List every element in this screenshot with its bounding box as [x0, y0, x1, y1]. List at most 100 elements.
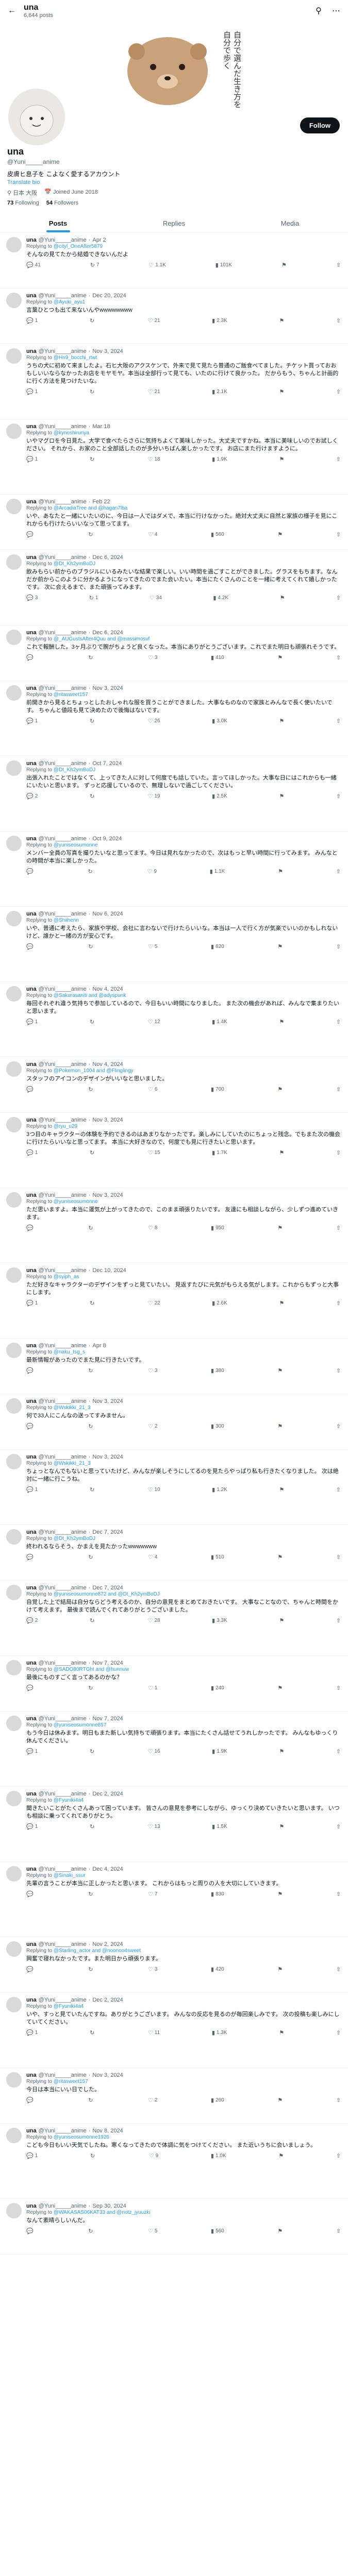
tweet-author-name[interactable]: una [26, 1660, 37, 1666]
tweet-avatar[interactable] [6, 293, 22, 308]
tweet-date[interactable]: Nov 3, 2024 [92, 1454, 123, 1460]
views-button[interactable]: ▮ 950 [211, 1225, 224, 1231]
tweet[interactable]: una @Yuni_____anime · Oct 9, 2024 Replying t… [0, 832, 348, 907]
share-button[interactable]: ⇧ [336, 1966, 341, 1973]
tweet-author-name[interactable]: una [26, 293, 37, 299]
bookmark-button[interactable]: ⚑ [279, 317, 284, 324]
views-button[interactable]: ▮ 1.1K [210, 868, 225, 875]
repost-button[interactable]: ↻ 1 [89, 595, 98, 601]
tweet-date[interactable]: Nov 3, 2024 [92, 1117, 123, 1123]
tweet[interactable]: una @Yuni_____anime · Nov 4, 2024 Replying t… [0, 1057, 348, 1113]
repost-button[interactable]: ↻ [90, 2153, 96, 2159]
tweet-reply-target[interactable]: @Wskikki_21_3 [54, 1405, 91, 1411]
tweet-reply-target[interactable]: @Starling_actor and @noonoo4sweet [54, 1948, 141, 1954]
tweet-author-name[interactable]: una [26, 348, 37, 354]
tweet-avatar[interactable] [6, 1941, 22, 1957]
tweet-avatar[interactable] [6, 1791, 22, 1806]
like-button[interactable]: ♡ 6 [148, 1086, 157, 1093]
like-button[interactable]: ♡ 13 [148, 1823, 160, 1830]
bookmark-button[interactable]: ⚑ [279, 1617, 284, 1624]
tweet-author-name[interactable]: una [26, 1866, 37, 1872]
tweet-author-name[interactable]: una [26, 1941, 37, 1947]
reply-button[interactable]: 💬 1 [26, 456, 38, 463]
tweet-date[interactable]: Apr 2 [92, 237, 106, 243]
tweet-reply-target[interactable]: @ritasweet157 [54, 692, 88, 698]
tweet-avatar[interactable] [6, 2072, 22, 2088]
tweet-avatar[interactable] [6, 1866, 22, 1882]
tweet-author-name[interactable]: una [26, 1585, 37, 1591]
bookmark-button[interactable]: ⚑ [278, 2153, 284, 2159]
tweet-avatar[interactable] [6, 1585, 22, 1600]
tweet-author-name[interactable]: una [26, 2128, 37, 2134]
repost-button[interactable]: ↻ [90, 317, 96, 324]
tweet-reply-target[interactable]: @Dt_Kh2ymBoDJ [54, 1536, 95, 1541]
back-arrow-icon[interactable]: ← [6, 5, 18, 16]
bookmark-button[interactable]: ⚑ [279, 793, 284, 800]
tweet-date[interactable]: Nov 3, 2024 [92, 685, 123, 691]
tweet-avatar[interactable] [6, 1117, 22, 1132]
tweet-author-name[interactable]: una [26, 986, 37, 992]
like-button[interactable]: ♡ 3 [148, 1367, 157, 1374]
views-button[interactable]: ▮ 1.9K [212, 1748, 227, 1755]
tweet-reply-target[interactable]: @naku_tsg_s [54, 1349, 85, 1355]
repost-button[interactable]: ↻ [90, 1823, 96, 1830]
tweet-author-name[interactable]: una [26, 237, 37, 243]
tweet-reply-target[interactable]: @Hn9_bocchi_rtwt [54, 355, 97, 361]
tweet[interactable]: una @Yuni_____anime · Nov 3, 2024 Replying t… [0, 344, 348, 419]
tweet[interactable]: una @Yuni_____anime · Apr 2 Replying to @cit… [0, 233, 348, 289]
tweet-avatar[interactable] [6, 1454, 22, 1469]
tweet[interactable]: una @Yuni_____anime · Dec 6, 2024 Replying t… [0, 625, 348, 681]
more-icon[interactable]: ⋯ [330, 5, 342, 16]
tweet-date[interactable]: Dec 6, 2024 [92, 630, 123, 636]
reply-button[interactable]: 💬 [26, 1554, 35, 1561]
reply-button[interactable]: 💬 2 [26, 793, 38, 800]
bookmark-button[interactable]: ⚑ [279, 456, 284, 463]
share-button[interactable]: ⇧ [336, 2228, 341, 2234]
repost-button[interactable]: ↻ [88, 1086, 94, 1093]
like-button[interactable]: ♡ 26 [148, 718, 160, 724]
share-button[interactable]: ⇧ [336, 595, 341, 601]
tweet-avatar[interactable] [6, 836, 22, 851]
tweet-author-name[interactable]: una [26, 1267, 37, 1274]
like-button[interactable]: ♡ 34 [150, 595, 162, 601]
tweet-date[interactable]: Feb 22 [92, 499, 110, 505]
views-button[interactable]: ▮ 3.0K [212, 718, 227, 724]
tweet-reply-target[interactable]: @yuniseosumonne1926 [54, 2134, 109, 2140]
repost-button[interactable]: ↻ [90, 456, 96, 463]
tweet-reply-target[interactable]: @Pokemon_1004 and @Flinglingy [54, 1068, 134, 1074]
like-button[interactable]: ♡ 18 [148, 456, 160, 463]
tweet[interactable]: una @Yuni_____anime · Nov 3, 2024 Replying t… [0, 2068, 348, 2124]
tweet-avatar[interactable] [6, 986, 22, 1002]
views-button[interactable]: ▮ 1.2K [212, 1486, 227, 1493]
share-button[interactable]: ⇧ [336, 868, 341, 875]
like-button[interactable]: ♡ 15 [148, 1149, 160, 1156]
reply-button[interactable]: 💬 [26, 1685, 35, 1691]
tweet-author-name[interactable]: una [26, 1454, 37, 1460]
like-button[interactable]: ♡ 8 [148, 1225, 157, 1231]
tweet-avatar[interactable] [6, 554, 22, 570]
tweet-reply-target[interactable]: @_AUGustsAfter4Quu and @massimosvf [54, 636, 150, 642]
reply-button[interactable]: 💬 41 [26, 262, 41, 268]
tweet-date[interactable]: Nov 4, 2024 [92, 1061, 123, 1067]
like-button[interactable]: ♡ 21 [148, 317, 160, 324]
like-button[interactable]: ♡ 19 [148, 793, 160, 800]
bookmark-button[interactable]: ⚑ [277, 1225, 283, 1231]
share-button[interactable]: ⇧ [336, 1554, 341, 1561]
reply-button[interactable]: 💬 [26, 2097, 35, 2104]
reply-button[interactable]: 💬 1 [26, 1149, 38, 1156]
tweet-reply-target[interactable]: @yuniseosumonne872 and @Dt_Kh2ymBoDJ [54, 1591, 160, 1597]
tweet[interactable]: una @Yuni_____anime · Nov 4, 2024 Replying t… [0, 982, 348, 1057]
repost-button[interactable]: ↻ [88, 1367, 94, 1374]
share-button[interactable]: ⇧ [336, 793, 341, 800]
tweet-author-name[interactable]: una [26, 1791, 37, 1797]
bookmark-button[interactable]: ⚑ [277, 1891, 283, 1897]
reply-button[interactable]: 💬 1 [26, 317, 38, 324]
like-button[interactable]: ♡ 11 [148, 2029, 160, 2036]
tweet[interactable]: una @Yuni_____anime · Dec 7, 2024 Replying t… [0, 1581, 348, 1656]
tweet-reply-target[interactable]: @ritasweet157 [54, 2079, 88, 2084]
tweet-reply-target[interactable]: @Shiihenn [54, 918, 79, 923]
bookmark-button[interactable]: ⚑ [279, 1486, 284, 1493]
tweet-author-name[interactable]: una [26, 1997, 37, 2003]
tweet-avatar[interactable] [6, 685, 22, 701]
tweet-reply-target[interactable]: @Dt_Kh2ymBoDJ [54, 561, 95, 567]
